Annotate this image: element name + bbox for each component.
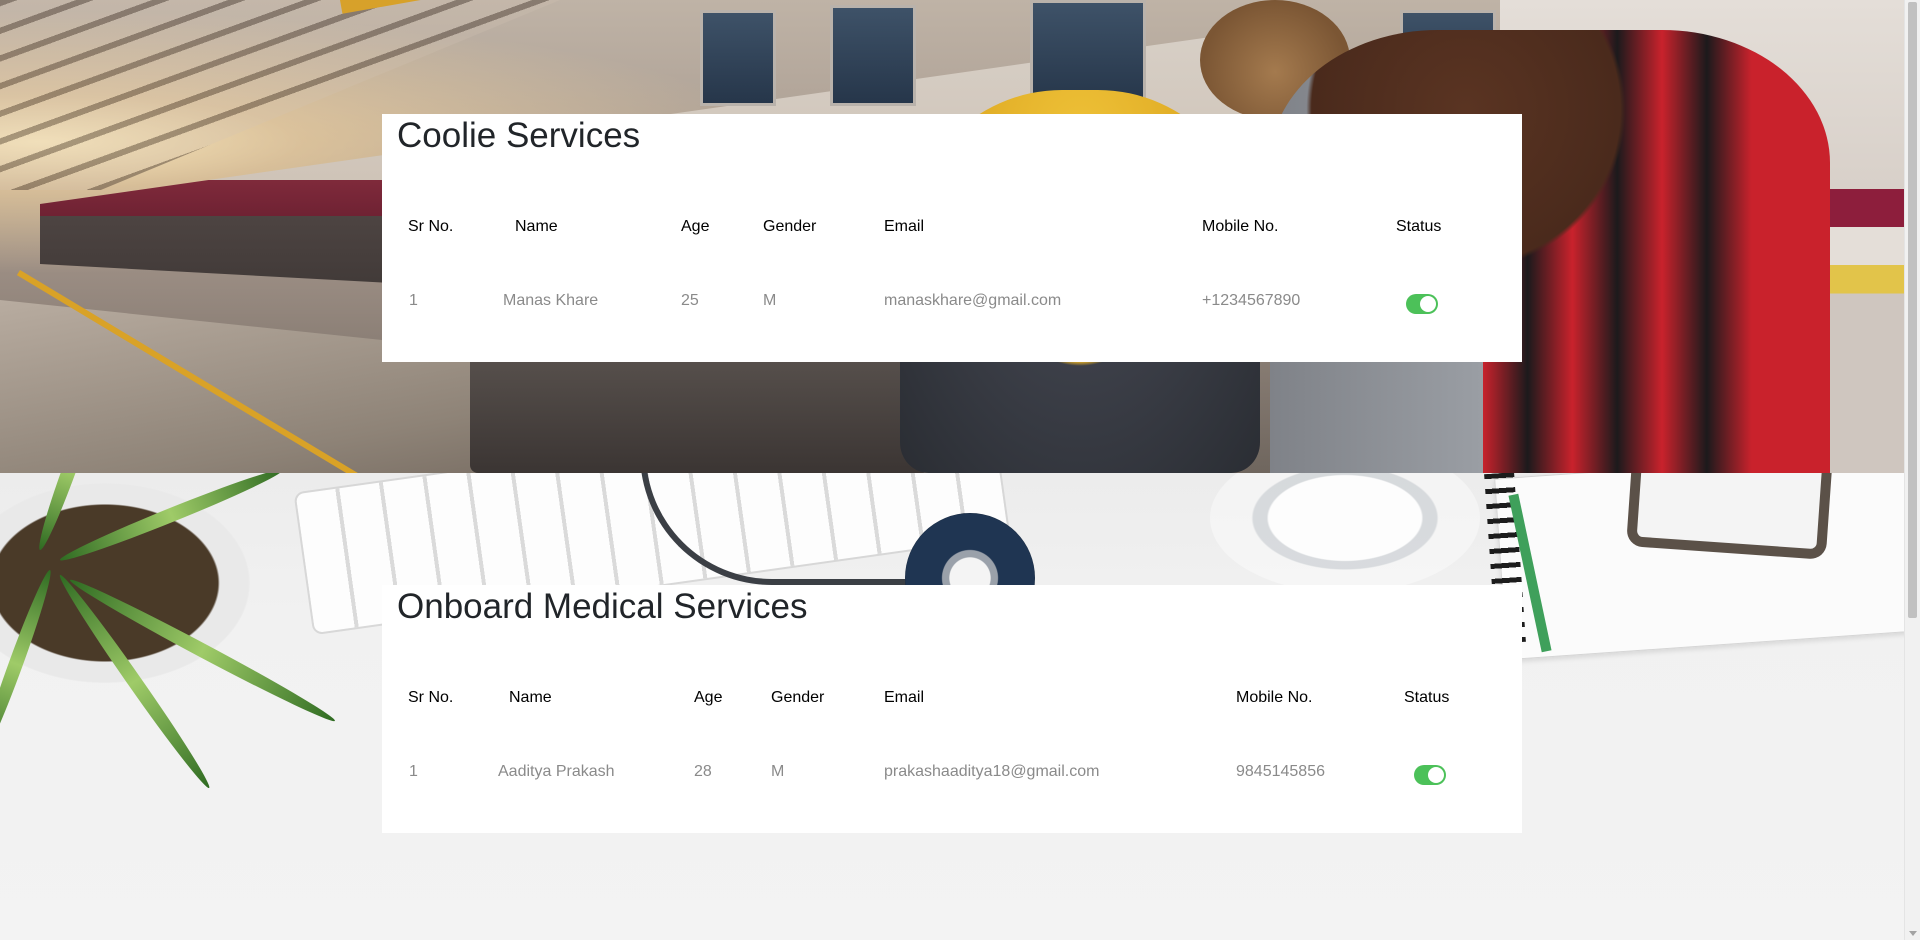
column-header-name: Name (509, 689, 552, 706)
status-toggle[interactable] (1406, 294, 1438, 314)
glass-dish (1210, 473, 1480, 593)
table-cell-mobile: +1234567890 (1202, 292, 1301, 309)
table-cell-gender: M (763, 292, 777, 309)
train-window (700, 10, 776, 106)
column-header-gender: Gender (763, 218, 817, 235)
scroll-down-arrow-icon[interactable] (1909, 931, 1917, 936)
table-cell-age: 25 (681, 292, 699, 309)
table-cell-sr-no: 1 (409, 292, 418, 309)
table-cell-mobile: 9845145856 (1236, 763, 1325, 780)
vertical-scrollbar[interactable] (1904, 0, 1920, 940)
table-cell-name: Aaditya Prakash (498, 763, 615, 780)
column-header-gender: Gender (771, 689, 825, 706)
toggle-knob (1428, 767, 1444, 783)
table-cell-email: manaskhare@gmail.com (884, 292, 1062, 309)
train-window (830, 5, 916, 106)
column-header-sr-no: Sr No. (408, 689, 454, 706)
medical-services-card: Onboard Medical Services Sr No. Name Age… (382, 585, 1522, 833)
status-toggle[interactable] (1414, 765, 1446, 785)
section-title: Coolie Services (397, 116, 641, 155)
toggle-knob (1420, 296, 1436, 312)
page: Coolie Services Sr No. Name Age Gender E… (0, 0, 1920, 940)
column-header-name: Name (515, 218, 558, 235)
table-cell-email: prakashaaditya18@gmail.com (884, 763, 1100, 780)
column-header-sr-no: Sr No. (408, 218, 454, 235)
column-header-status: Status (1404, 689, 1450, 706)
coolie-services-card: Coolie Services Sr No. Name Age Gender E… (382, 114, 1522, 362)
column-header-age: Age (681, 218, 710, 235)
phone (1626, 473, 1834, 560)
column-header-email: Email (884, 218, 925, 235)
table-cell-name: Manas Khare (503, 292, 599, 309)
table-cell-sr-no: 1 (409, 763, 418, 780)
column-header-mobile: Mobile No. (1202, 218, 1279, 235)
column-header-status: Status (1396, 218, 1442, 235)
column-header-email: Email (884, 689, 925, 706)
section-title: Onboard Medical Services (397, 587, 808, 626)
column-header-age: Age (694, 689, 723, 706)
table-cell-age: 28 (694, 763, 712, 780)
scrollbar-thumb[interactable] (1908, 2, 1917, 618)
table-cell-gender: M (771, 763, 785, 780)
column-header-mobile: Mobile No. (1236, 689, 1313, 706)
